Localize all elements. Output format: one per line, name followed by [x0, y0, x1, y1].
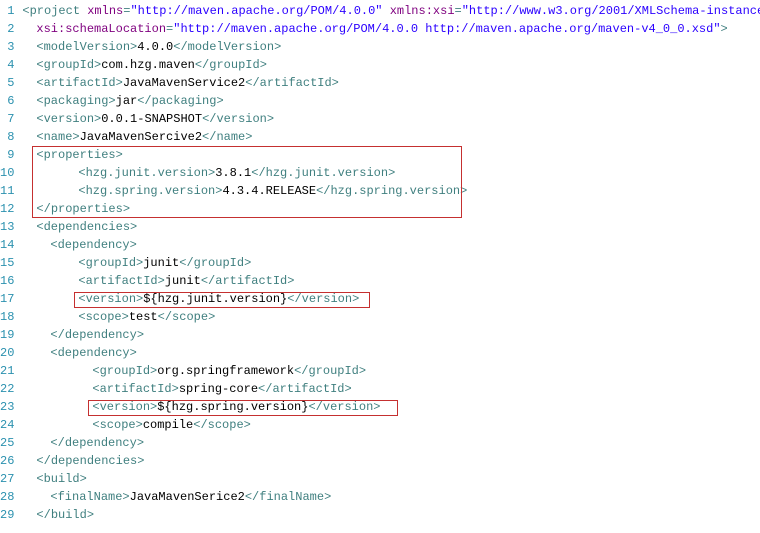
line-number: 1 — [0, 2, 14, 20]
line-number: 19 — [0, 326, 14, 344]
line-number: 14 — [0, 236, 14, 254]
line-number: 12 — [0, 200, 14, 218]
line-number: 8 — [0, 128, 14, 146]
code-line: <artifactId>JavaMavenService2</artifactI… — [22, 74, 760, 92]
line-number: 27 — [0, 470, 14, 488]
code-line: <project xmlns="http://maven.apache.org/… — [22, 2, 760, 20]
line-number: 15 — [0, 254, 14, 272]
code-line: <groupId>org.springframework</groupId> — [22, 362, 760, 380]
code-line: <dependency> — [22, 344, 760, 362]
code-line: <version>0.0.1-SNAPSHOT</version> — [22, 110, 760, 128]
code-line: <finalName>JavaMavenSerice2</finalName> — [22, 488, 760, 506]
line-number: 11 — [0, 182, 14, 200]
line-number-gutter: 1234567891011121314151617181920212223242… — [0, 2, 22, 524]
line-number: 18 — [0, 308, 14, 326]
line-number: 21 — [0, 362, 14, 380]
line-number: 3 — [0, 38, 14, 56]
line-number: 24 — [0, 416, 14, 434]
code-line: </dependency> — [22, 434, 760, 452]
code-line: <dependencies> — [22, 218, 760, 236]
line-number: 9 — [0, 146, 14, 164]
line-number: 13 — [0, 218, 14, 236]
code-line: <groupId>com.hzg.maven</groupId> — [22, 56, 760, 74]
code-content: <project xmlns="http://maven.apache.org/… — [22, 2, 760, 524]
code-line: <dependency> — [22, 236, 760, 254]
line-number: 23 — [0, 398, 14, 416]
line-number: 17 — [0, 290, 14, 308]
code-line: <version>${hzg.junit.version}</version> — [22, 290, 760, 308]
code-line: <name>JavaMavenSercive2</name> — [22, 128, 760, 146]
line-number: 7 — [0, 110, 14, 128]
code-line: xsi:schemaLocation="http://maven.apache.… — [22, 20, 760, 38]
line-number: 5 — [0, 74, 14, 92]
code-line: <scope>compile</scope> — [22, 416, 760, 434]
line-number: 28 — [0, 488, 14, 506]
code-line: <packaging>jar</packaging> — [22, 92, 760, 110]
code-line: <artifactId>spring-core</artifactId> — [22, 380, 760, 398]
code-line: <groupId>junit</groupId> — [22, 254, 760, 272]
code-line: <properties> — [22, 146, 760, 164]
line-number: 4 — [0, 56, 14, 74]
code-line: <version>${hzg.spring.version}</version> — [22, 398, 760, 416]
line-number: 16 — [0, 272, 14, 290]
code-line: <hzg.spring.version>4.3.4.RELEASE</hzg.s… — [22, 182, 760, 200]
line-number: 25 — [0, 434, 14, 452]
code-line: <hzg.junit.version>3.8.1</hzg.junit.vers… — [22, 164, 760, 182]
line-number: 22 — [0, 380, 14, 398]
line-number: 6 — [0, 92, 14, 110]
line-number: 2 — [0, 20, 14, 38]
code-line: <scope>test</scope> — [22, 308, 760, 326]
code-line: <build> — [22, 470, 760, 488]
line-number: 26 — [0, 452, 14, 470]
code-line: </properties> — [22, 200, 760, 218]
code-editor: 1234567891011121314151617181920212223242… — [0, 0, 760, 526]
code-line: </build> — [22, 506, 760, 524]
line-number: 10 — [0, 164, 14, 182]
code-line: </dependency> — [22, 326, 760, 344]
code-line: <modelVersion>4.0.0</modelVersion> — [22, 38, 760, 56]
line-number: 29 — [0, 506, 14, 524]
code-line: </dependencies> — [22, 452, 760, 470]
code-line: <artifactId>junit</artifactId> — [22, 272, 760, 290]
line-number: 20 — [0, 344, 14, 362]
